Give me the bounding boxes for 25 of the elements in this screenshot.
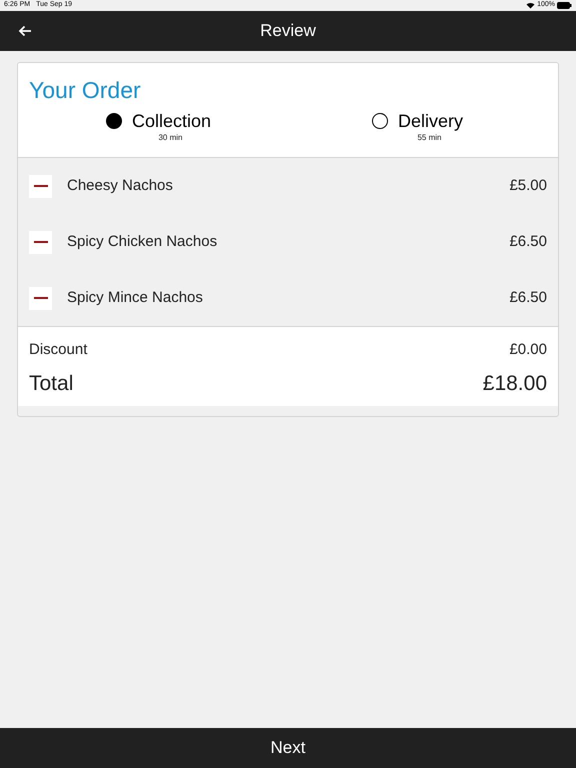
back-button[interactable] <box>16 23 34 39</box>
back-arrow-icon <box>18 25 32 37</box>
delivery-option-radio[interactable]: Delivery 55 min <box>372 110 463 144</box>
order-title: Your Order <box>29 76 142 104</box>
item-name: Spicy Chicken Nachos <box>67 232 218 252</box>
battery-icon <box>557 2 572 9</box>
discount-value: £0.00 <box>509 340 547 360</box>
next-button[interactable]: Next <box>0 728 576 768</box>
remove-button[interactable] <box>29 230 52 254</box>
remove-button[interactable] <box>29 174 52 198</box>
minus-icon <box>34 241 48 243</box>
item-price: £6.50 <box>509 232 547 252</box>
item-price: £6.50 <box>509 288 547 308</box>
total-value: £18.00 <box>482 370 547 396</box>
item-name: Spicy Mince Nachos <box>67 288 203 308</box>
remove-button[interactable] <box>29 286 52 310</box>
total-label: Total <box>29 370 74 396</box>
wifi-icon <box>526 2 536 9</box>
page-title: Review <box>260 20 316 42</box>
item-name: Cheesy Nachos <box>67 176 173 196</box>
minus-icon <box>34 185 48 187</box>
minus-icon <box>34 297 48 299</box>
discount-label: Discount <box>29 340 88 360</box>
item-price: £5.00 <box>509 176 547 196</box>
delivery-option-radio[interactable]: Collection 30 min <box>106 110 212 144</box>
